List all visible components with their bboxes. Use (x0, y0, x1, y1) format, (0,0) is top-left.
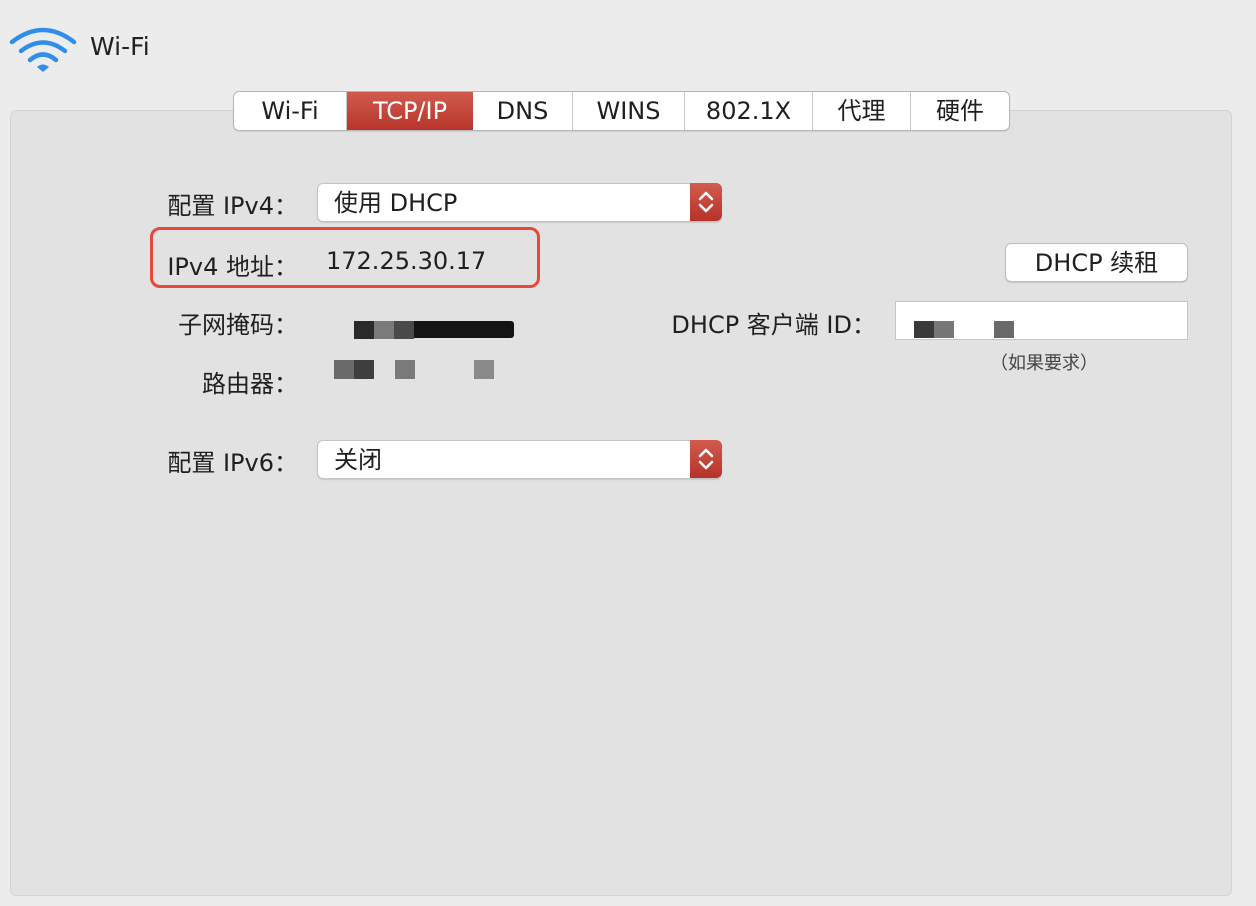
tab-hardware[interactable]: 硬件 (911, 92, 1009, 130)
tab-8021x[interactable]: 802.1X (685, 92, 813, 130)
dhcp-client-id-field[interactable] (895, 301, 1188, 340)
configure-ipv6-select[interactable]: 关闭 (317, 440, 722, 479)
subnet-mask-label: 子网掩码： (178, 311, 298, 339)
configure-ipv4-label: 配置 IPv4： (167, 192, 298, 220)
router-redacted-value (334, 358, 504, 382)
tab-dns[interactable]: DNS (473, 92, 573, 130)
ipv4-address-value: 172.25.30.17 (326, 247, 487, 275)
renew-dhcp-button[interactable]: DHCP 续租 (1005, 243, 1188, 282)
window-header: Wi-Fi (0, 0, 1256, 100)
window-title: Wi-Fi (90, 32, 150, 61)
chevron-updown-icon (690, 440, 722, 478)
dhcp-client-id-hint: （如果要求） (990, 353, 1098, 374)
router-label: 路由器： (202, 370, 298, 398)
configure-ipv6-value: 关闭 (334, 446, 382, 474)
dhcp-client-id-label: DHCP 客户端 ID： (671, 311, 876, 339)
ipv4-address-label: IPv4 地址： (167, 253, 298, 281)
tab-proxy[interactable]: 代理 (813, 92, 911, 130)
wifi-icon (9, 27, 77, 72)
subnet-mask-redacted-value (334, 316, 516, 342)
tab-wins[interactable]: WINS (573, 92, 685, 130)
configure-ipv4-value: 使用 DHCP (334, 189, 458, 217)
tab-wifi[interactable]: Wi-Fi (234, 92, 347, 130)
chevron-updown-icon (690, 183, 722, 221)
tab-bar: Wi-Fi TCP/IP DNS WINS 802.1X 代理 硬件 (233, 91, 1010, 131)
configure-ipv6-label: 配置 IPv6： (167, 449, 298, 477)
tab-tcpip[interactable]: TCP/IP (347, 92, 473, 130)
configure-ipv4-select[interactable]: 使用 DHCP (317, 183, 722, 222)
